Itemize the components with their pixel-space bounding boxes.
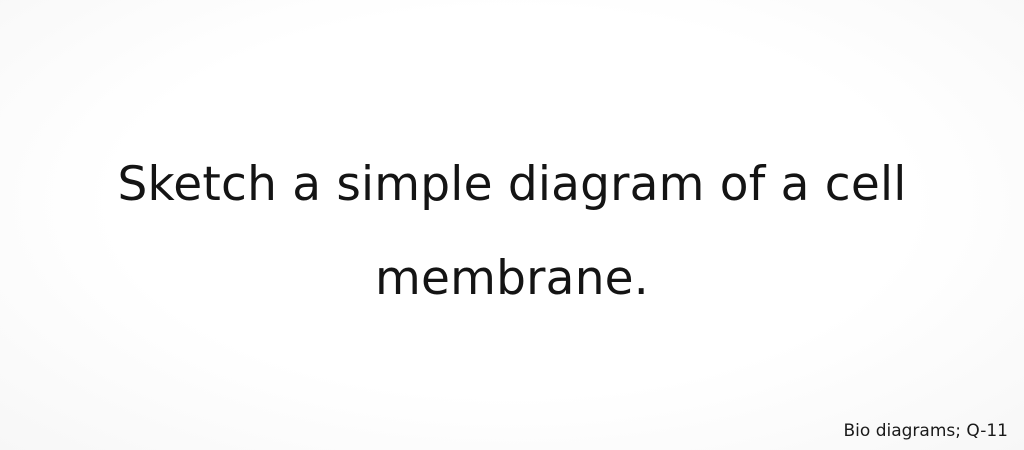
question-line-2: membrane. xyxy=(375,251,649,306)
question-line-1: Sketch a simple diagram of a cell xyxy=(117,157,907,212)
question-card: Sketch a simple diagram of a cell membra… xyxy=(0,0,1024,450)
question-text: Sketch a simple diagram of a cell membra… xyxy=(0,138,1024,326)
card-footer-label: Bio diagrams; Q-11 xyxy=(843,421,1009,441)
